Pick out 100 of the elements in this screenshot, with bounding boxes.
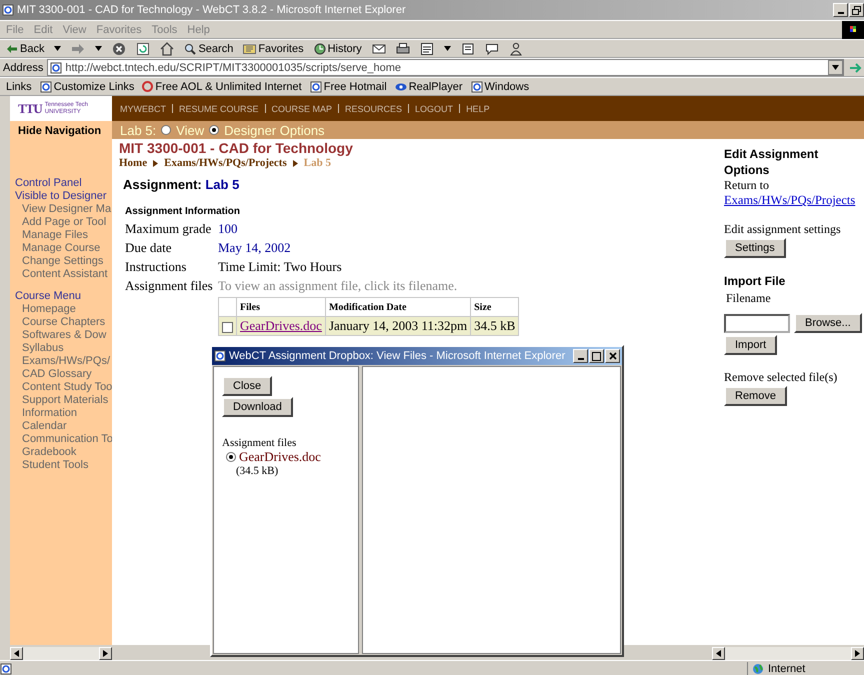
- radio-button[interactable]: [161, 125, 172, 135]
- field-label: Due date: [125, 240, 173, 256]
- minimize-button[interactable]: [833, 3, 848, 17]
- nav-link[interactable]: Exams/HWs/PQs/: [10, 355, 112, 368]
- browse-button[interactable]: Browse...: [794, 313, 862, 333]
- scroll-left-icon: [14, 650, 19, 657]
- close-icon: [608, 352, 616, 360]
- field-label: Instructions: [125, 258, 188, 274]
- toolbar-button[interactable]: Search: [184, 42, 234, 54]
- toolbar-button[interactable]: History: [314, 42, 362, 54]
- nav-link[interactable]: Information: [10, 407, 112, 420]
- chat-icon[interactable]: [484, 42, 499, 56]
- checkbox[interactable]: [222, 322, 233, 333]
- close-button[interactable]: [605, 349, 620, 363]
- nav-link[interactable]: Manage Files: [10, 229, 112, 242]
- page-icon: [310, 80, 322, 92]
- restore-button[interactable]: [849, 3, 864, 17]
- settings-button[interactable]: Settings: [724, 238, 786, 258]
- remove-button[interactable]: Remove: [724, 386, 787, 406]
- dropdown-caret-icon[interactable]: [832, 65, 839, 70]
- minimize-button[interactable]: [573, 349, 588, 363]
- nav-link[interactable]: Course Chapters: [10, 316, 112, 329]
- caret-icon[interactable]: [95, 46, 102, 51]
- horizontal-scrollbar[interactable]: [712, 647, 864, 660]
- import-button[interactable]: Import: [724, 335, 778, 355]
- breadcrumb-link[interactable]: Home: [119, 157, 148, 169]
- radio-button[interactable]: [226, 452, 236, 462]
- popup-button[interactable]: Download: [222, 397, 293, 417]
- refresh-icon[interactable]: [136, 42, 150, 56]
- field-label: Assignment files: [125, 278, 214, 294]
- filename-field[interactable]: [724, 314, 790, 332]
- back-button[interactable]: Back: [6, 42, 44, 54]
- top-nav-link[interactable]: LOGOUT: [415, 104, 454, 114]
- home-icon[interactable]: [160, 42, 174, 56]
- nav-link[interactable]: Gradebook: [10, 446, 112, 459]
- panel-heading: Edit Assignment Options: [724, 146, 820, 178]
- discuss-icon[interactable]: [460, 42, 475, 56]
- nav-link[interactable]: Add Page or Tool: [10, 216, 112, 229]
- breadcrumb-arrow-icon: [292, 160, 298, 166]
- address-field[interactable]: http://webct.tntech.edu/SCRIPT/MIT3300001035/scripts/serve_home: [47, 59, 844, 76]
- breadcrumb-link[interactable]: Exams/HWs/PQs/Projects: [164, 157, 287, 169]
- course-title: MIT 3300-001 - CAD for Technology: [119, 140, 354, 156]
- status-page-icon: [0, 662, 12, 674]
- settings-label: Edit assignment settings: [724, 222, 842, 237]
- nav-link[interactable]: Softwares & Dow: [10, 329, 112, 342]
- stop-icon[interactable]: [112, 42, 126, 56]
- page-label: Lab 5:: [120, 122, 156, 138]
- file-size: (34.5 kB): [236, 465, 280, 477]
- field-value: To view an assignment file, click its filename.: [218, 278, 458, 294]
- edit-icon[interactable]: [420, 42, 434, 56]
- caret-icon[interactable]: [54, 46, 62, 51]
- restore-icon: [852, 6, 861, 14]
- top-nav-link[interactable]: RESOURCES: [345, 104, 402, 114]
- maximize-icon: [592, 352, 601, 360]
- link-item[interactable]: RealPlayer: [394, 80, 462, 92]
- window-title: MIT 3300-001 - CAD for Technology - WebCT 3.8.2 - Microsoft Internet Explorer: [17, 4, 406, 16]
- top-nav-link[interactable]: HELP: [466, 104, 490, 114]
- mail-icon[interactable]: [372, 42, 386, 56]
- radio-button[interactable]: [209, 125, 220, 135]
- edit-caret-icon[interactable]: [444, 46, 451, 51]
- hide-navigation-link[interactable]: Hide Navigation: [10, 121, 112, 137]
- print-icon[interactable]: [396, 42, 410, 56]
- top-nav-link[interactable]: RESUME COURSE: [179, 104, 259, 114]
- file-link[interactable]: GearDrives.doc: [239, 449, 321, 465]
- nav-link[interactable]: Calendar: [10, 420, 112, 433]
- nav-link[interactable]: Course Menu: [10, 290, 112, 303]
- scroll-right-icon: [103, 650, 108, 657]
- link-item[interactable]: Free AOL & Unlimited Internet: [142, 80, 302, 92]
- file-link[interactable]: GearDrives.doc: [240, 318, 322, 333]
- scroll-left-icon: [716, 650, 721, 657]
- maximize-button[interactable]: [589, 349, 604, 363]
- history-icon: [314, 42, 326, 54]
- nav-link[interactable]: Content Assistant: [10, 268, 112, 281]
- nav-link[interactable]: Content Study Too: [10, 381, 112, 394]
- top-nav-link[interactable]: MYWEBCT: [120, 104, 166, 114]
- nav-link[interactable]: View Designer Ma: [10, 203, 112, 216]
- nav-link[interactable]: Control Panel: [10, 177, 112, 190]
- nav-link[interactable]: Syllabus: [10, 342, 112, 355]
- popup-button[interactable]: Close: [222, 376, 272, 396]
- nav-link[interactable]: Student Tools: [10, 459, 112, 472]
- link-item[interactable]: Windows: [470, 80, 530, 92]
- popup-title: WebCT Assignment Dropbox: View Files - Microsoft Internet Explorer: [229, 350, 566, 362]
- nav-link[interactable]: Visible to Designer: [10, 190, 112, 203]
- nav-link[interactable]: Change Settings: [10, 255, 112, 268]
- nav-link[interactable]: CAD Glossary: [10, 368, 112, 381]
- link-item[interactable]: Free Hotmail: [310, 80, 387, 92]
- toolbar-button[interactable]: Favorites: [243, 42, 304, 54]
- globe-icon: [752, 662, 764, 674]
- links-label: Links: [6, 80, 32, 92]
- page-icon: [40, 80, 52, 92]
- nav-link[interactable]: Support Materials: [10, 394, 112, 407]
- top-nav-link[interactable]: COURSE MAP: [272, 104, 332, 114]
- horizontal-scrollbar[interactable]: [10, 647, 112, 660]
- folder-icon: [243, 43, 256, 54]
- column-header: Modification Date: [325, 298, 471, 316]
- person-icon[interactable]: [508, 42, 523, 56]
- return-link[interactable]: Exams/HWs/PQs/Projects: [724, 193, 856, 207]
- nav-link[interactable]: Manage Course: [10, 242, 112, 255]
- link-item[interactable]: Customize Links: [40, 80, 134, 92]
- nav-link[interactable]: Homepage: [10, 303, 112, 316]
